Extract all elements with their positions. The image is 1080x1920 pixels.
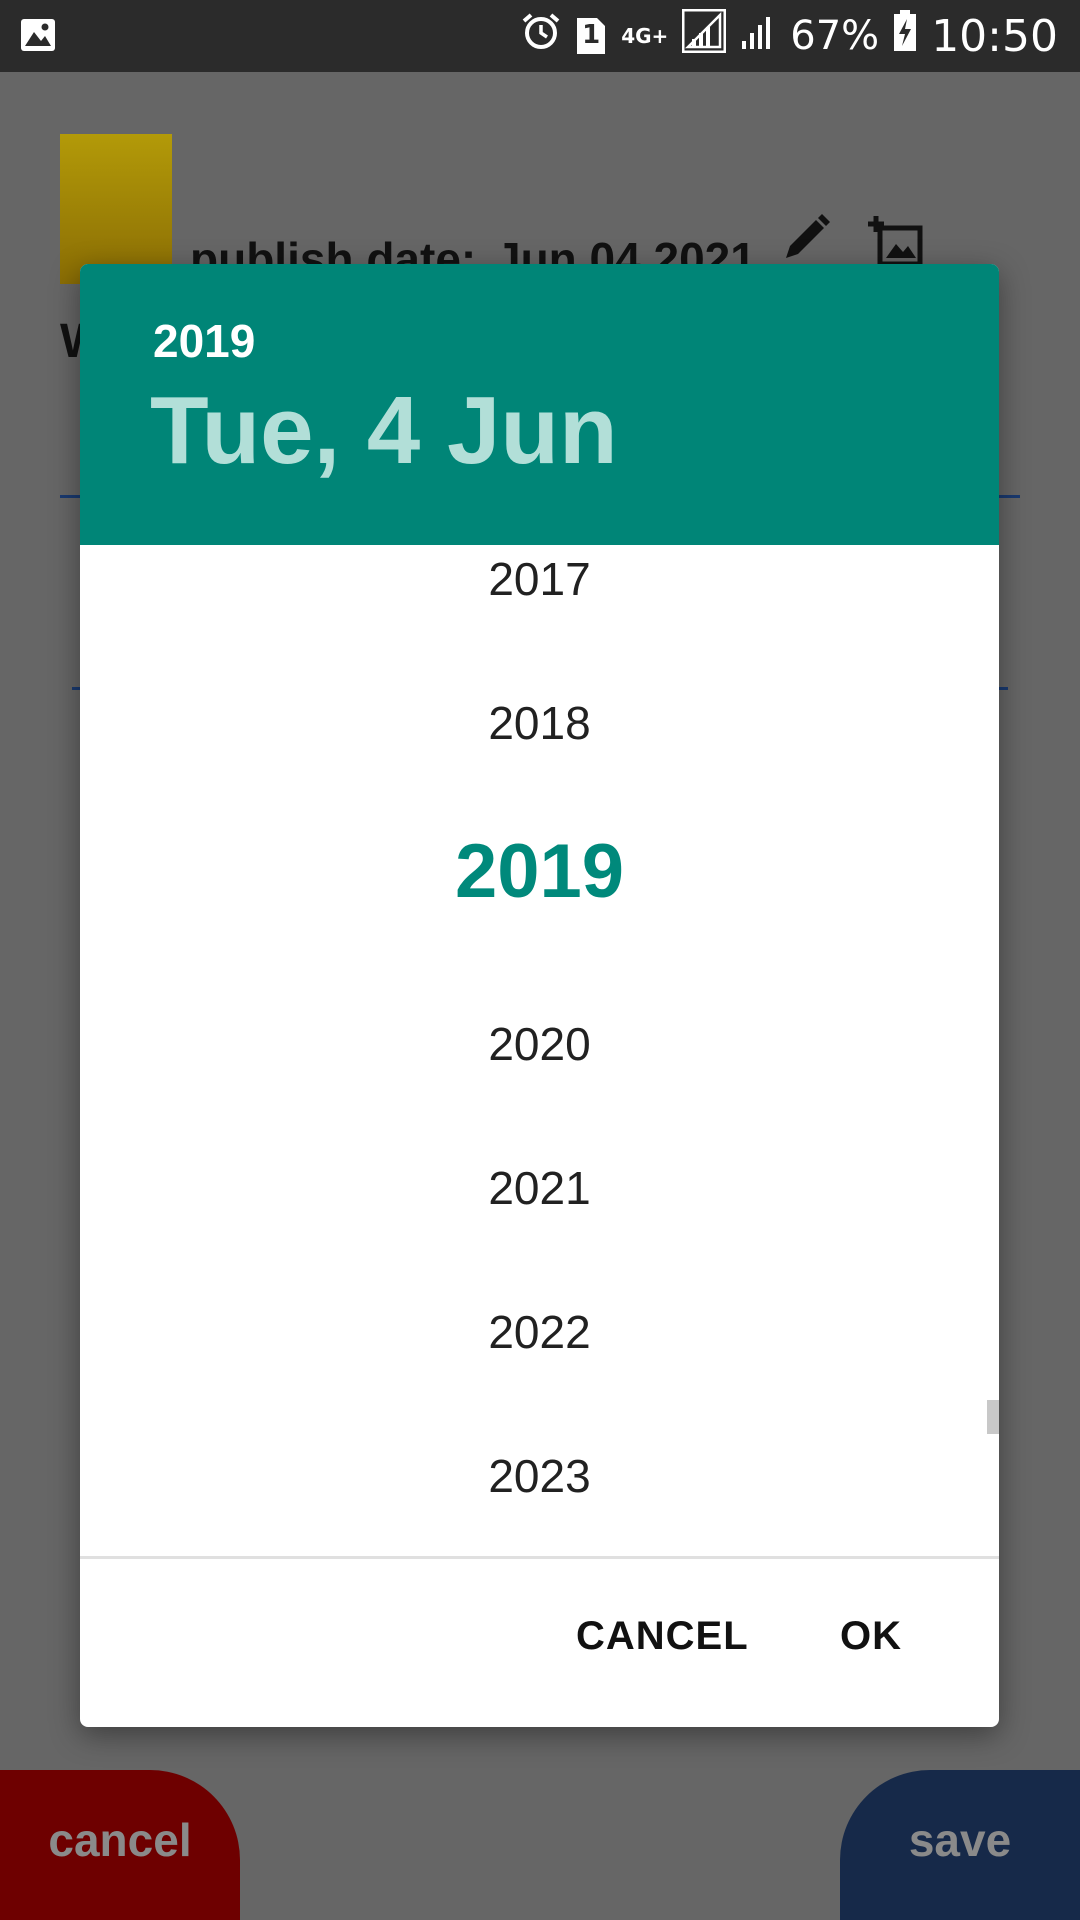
book-cover-thumbnail — [60, 134, 172, 284]
button-divider — [80, 1556, 999, 1559]
alarm-icon — [521, 11, 561, 61]
header-year[interactable]: 2019 — [153, 314, 255, 368]
scrollbar-thumb[interactable] — [987, 1400, 999, 1434]
battery-charging-icon — [893, 10, 917, 62]
signal-icon-2 — [740, 11, 776, 61]
year-list[interactable]: 2017 2018 2019 2020 2021 2022 2023 — [80, 545, 999, 1560]
year-item[interactable]: 2017 — [80, 545, 999, 619]
year-item[interactable]: 2021 — [80, 1148, 999, 1228]
save-button[interactable]: save — [840, 1770, 1080, 1920]
network-type: 4G+ — [621, 24, 669, 48]
year-item-selected[interactable]: 2019 — [80, 817, 999, 927]
dialog-cancel-button[interactable]: CANCEL — [576, 1614, 749, 1659]
year-item[interactable]: 2022 — [80, 1292, 999, 1372]
year-item[interactable]: 2020 — [80, 1004, 999, 1084]
date-picker-dialog: 2019 Tue, 4 Jun 2017 2018 2019 2020 2021… — [80, 264, 999, 1727]
dialog-ok-button[interactable]: OK — [840, 1614, 902, 1659]
sim-badge: 1 — [582, 20, 601, 50]
cancel-button[interactable]: cancel — [0, 1770, 240, 1920]
sim-icon: 1 — [575, 16, 607, 56]
date-picker-header: 2019 Tue, 4 Jun — [80, 264, 999, 545]
year-item[interactable]: 2018 — [80, 683, 999, 763]
header-date[interactable]: Tue, 4 Jun — [150, 376, 618, 486]
year-item[interactable]: 2023 — [80, 1436, 999, 1516]
signal-icon — [681, 8, 727, 63]
pencil-icon[interactable] — [780, 212, 832, 269]
status-bar: 1 4G+ 67% 10:50 — [0, 0, 1080, 72]
clock: 10:50 — [931, 10, 1058, 62]
battery-percent: 67% — [790, 13, 880, 59]
image-notification-icon — [20, 18, 56, 57]
